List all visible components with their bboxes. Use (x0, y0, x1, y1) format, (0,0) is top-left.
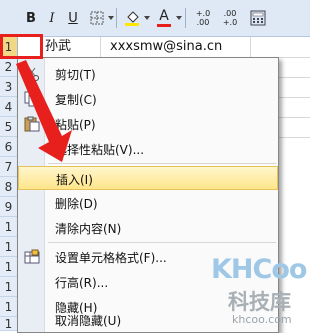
watermark-url: khcoo.com (232, 313, 292, 326)
watermark-logo: KHCoo (211, 254, 307, 285)
watermark-name: 科技库 (228, 290, 291, 314)
